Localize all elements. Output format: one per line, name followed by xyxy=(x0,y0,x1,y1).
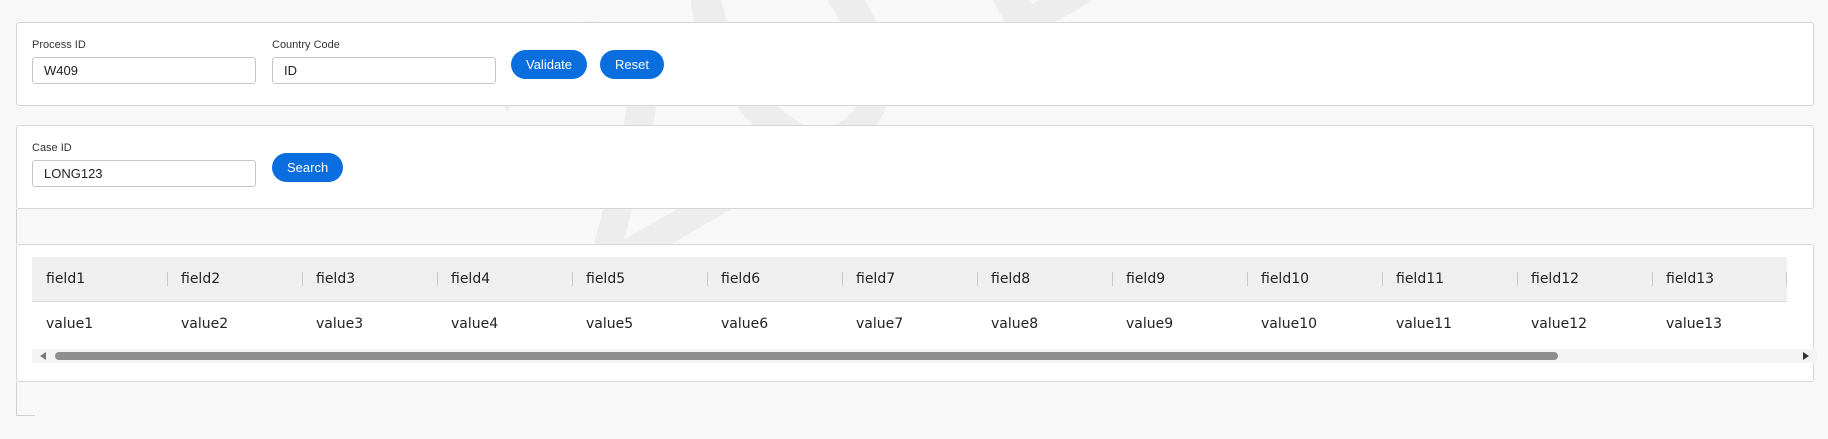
table-cell: value11 xyxy=(1396,316,1453,333)
table-cell: value8 xyxy=(991,316,1039,333)
process-validation-panel: Process ID Country Code Validate Reset xyxy=(16,22,1814,106)
country-code-input[interactable] xyxy=(272,57,496,84)
column-header[interactable]: field6 xyxy=(707,257,842,301)
column-header[interactable]: field2 xyxy=(167,257,302,301)
process-id-label: Process ID xyxy=(32,39,86,51)
table-cell: value13 xyxy=(1666,316,1723,333)
horizontal-scrollbar[interactable] xyxy=(32,349,1817,363)
column-header[interactable]: field9 xyxy=(1112,257,1247,301)
column-header[interactable]: field7 xyxy=(842,257,977,301)
validate-button[interactable]: Validate xyxy=(511,50,588,79)
table-cell: value2 xyxy=(181,316,229,333)
search-button[interactable]: Search xyxy=(272,153,344,182)
table-row[interactable]: value1 value2 value3 value4 value5 value… xyxy=(32,301,1787,347)
scroll-right-arrow-icon[interactable] xyxy=(1803,352,1809,360)
country-code-label: Country Code xyxy=(272,39,340,51)
results-panel: field1 field2 field3 field4 field5 field… xyxy=(16,244,1817,382)
table-cell: value1 xyxy=(46,316,94,333)
divider xyxy=(16,209,17,244)
table-cell: value7 xyxy=(856,316,904,333)
column-header[interactable]: field1 xyxy=(32,257,167,301)
column-header[interactable]: field8 xyxy=(977,257,1112,301)
table-cell: value10 xyxy=(1261,316,1318,333)
table-cell: value3 xyxy=(316,316,364,333)
divider xyxy=(16,382,35,416)
column-header[interactable]: field4 xyxy=(437,257,572,301)
results-table: field1 field2 field3 field4 field5 field… xyxy=(32,257,1787,347)
reset-button[interactable]: Reset xyxy=(600,50,664,79)
column-header[interactable]: field12 xyxy=(1517,257,1652,301)
process-id-input[interactable] xyxy=(32,57,256,84)
country-code-field: Country Code xyxy=(272,39,496,84)
table-header-row: field1 field2 field3 field4 field5 field… xyxy=(32,257,1787,301)
table-cell: value6 xyxy=(721,316,769,333)
case-id-label: Case ID xyxy=(32,142,72,154)
process-id-field: Process ID xyxy=(32,39,256,84)
scroll-thumb[interactable] xyxy=(55,352,1558,360)
table-cell: value4 xyxy=(451,316,499,333)
table-cell: value5 xyxy=(586,316,634,333)
column-header[interactable]: field10 xyxy=(1247,257,1382,301)
column-header[interactable]: field11 xyxy=(1382,257,1517,301)
column-header[interactable]: field3 xyxy=(302,257,437,301)
case-id-input[interactable] xyxy=(32,160,256,187)
scroll-left-arrow-icon[interactable] xyxy=(40,352,46,360)
table-cell: value9 xyxy=(1126,316,1174,333)
case-id-field: Case ID xyxy=(32,142,256,187)
table-cell: value12 xyxy=(1531,316,1588,333)
results-table-wrapper: field1 field2 field3 field4 field5 field… xyxy=(32,257,1817,347)
column-header[interactable]: field5 xyxy=(572,257,707,301)
case-search-panel: Case ID Search xyxy=(16,125,1814,209)
column-header[interactable]: field13 xyxy=(1652,257,1787,301)
